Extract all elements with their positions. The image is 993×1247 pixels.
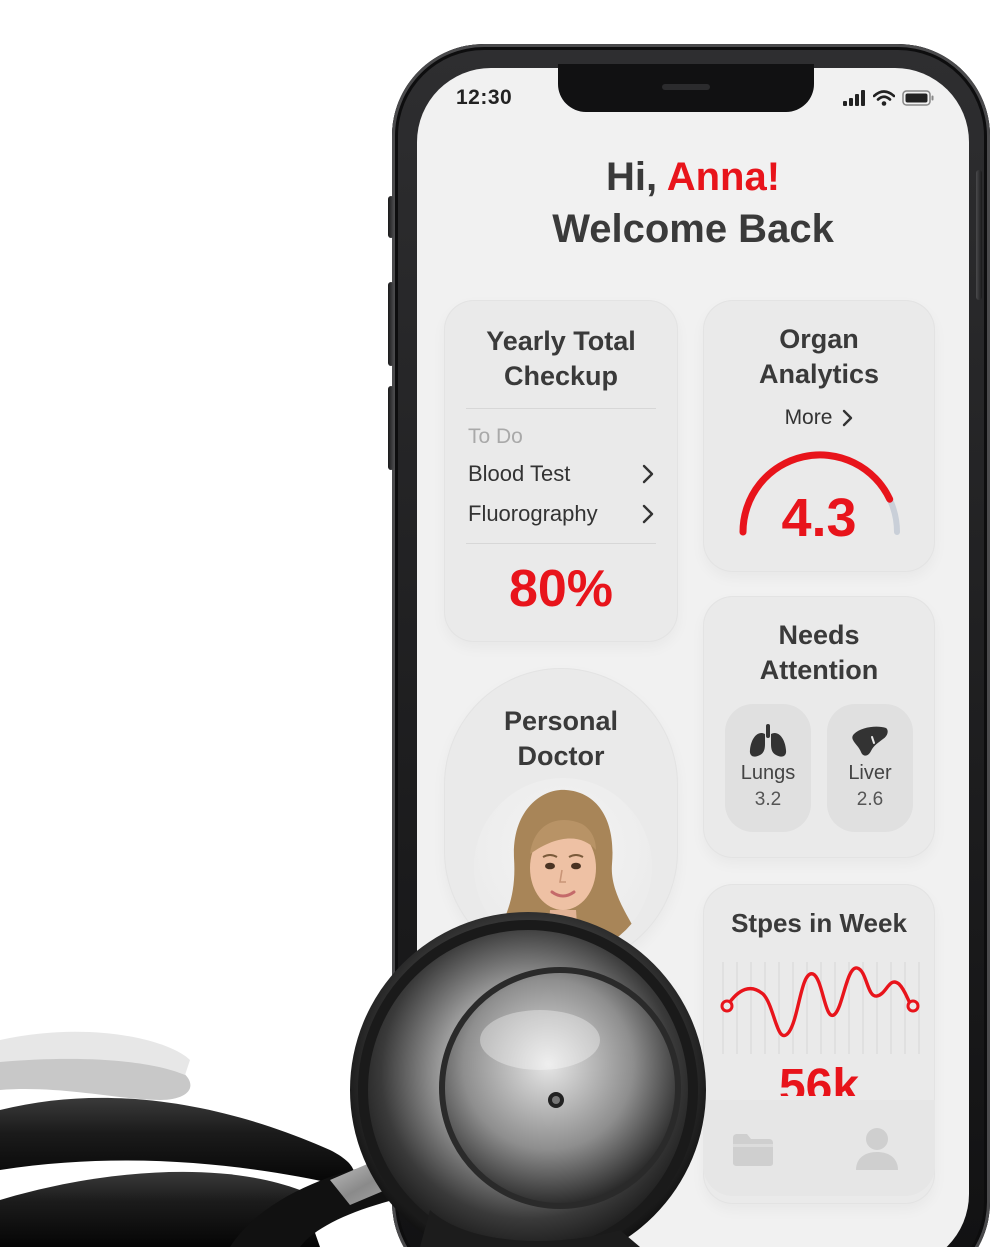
phone-notch <box>558 64 814 112</box>
greeting-line: Hi, Anna! <box>417 152 969 202</box>
user-name: Anna! <box>666 155 781 199</box>
organ-analytics-title: Organ Analytics <box>703 322 935 392</box>
chevron-right-icon <box>642 464 654 484</box>
phone-silent-switch <box>388 196 394 238</box>
personal-doctor-title-text: Personal Doctor <box>503 706 619 771</box>
chevron-right-icon <box>843 409 853 427</box>
more-link[interactable]: More <box>703 406 935 430</box>
steps-title: Stpes in Week <box>731 908 907 938</box>
welcome-text: Welcome Back <box>552 207 834 251</box>
bottom-tab-bar <box>703 1100 935 1196</box>
checkup-divider-bottom <box>466 543 656 544</box>
organ-name: Lungs <box>740 762 796 784</box>
checkup-divider-top <box>466 408 656 409</box>
todo-item-label: Fluorography <box>468 501 598 526</box>
folder-icon[interactable] <box>731 1132 775 1168</box>
personal-doctor-card[interactable]: Personal Doctor <box>444 668 678 968</box>
doctor-photo <box>494 789 634 956</box>
profile-icon[interactable] <box>853 1124 901 1172</box>
status-icons <box>842 90 934 106</box>
todo-label: To Do <box>468 425 523 448</box>
needs-attention-card[interactable]: Needs Attention Lungs 3.2 Liver 2.6 <box>703 596 935 858</box>
organ-name: Liver <box>848 762 892 784</box>
notch-speaker <box>662 84 710 90</box>
extra-card[interactable] <box>585 975 679 1085</box>
steps-line <box>725 966 915 1038</box>
greeting-hi: Hi, <box>605 155 667 199</box>
signal-icon <box>843 90 865 106</box>
checkup-progress: 80% <box>508 560 614 618</box>
checkup-title: Yearly Total Checkup <box>444 324 678 394</box>
chart-grid <box>722 962 920 1054</box>
chevron-right-icon <box>642 504 654 524</box>
steps-total: 56k <box>778 1062 860 1096</box>
organ-tile-liver[interactable]: Liver 2.6 <box>827 704 913 832</box>
organ-score: 4.3 <box>781 488 857 548</box>
todo-item-fluorography[interactable]: Fluorography <box>468 499 654 529</box>
steps-chart <box>720 962 920 1054</box>
status-time: 12:30 <box>456 86 513 109</box>
todo-item-blood-test[interactable]: Blood Test <box>468 459 654 489</box>
wifi-icon <box>873 90 895 106</box>
phone-volume-up <box>388 282 394 366</box>
steps-end-point <box>906 999 920 1013</box>
organ-analytics-card[interactable]: Organ Analytics More 4.3 <box>703 300 935 572</box>
organ-tile-lungs[interactable]: Lungs 3.2 <box>725 704 811 832</box>
liver-icon <box>852 726 888 756</box>
steps-start-point <box>720 999 734 1013</box>
doctor-avatar <box>474 778 652 956</box>
checkup-card[interactable]: Yearly Total Checkup To Do Blood Test Fl… <box>444 300 678 642</box>
more-label: More <box>784 406 833 429</box>
battery-icon <box>902 90 934 106</box>
greeting: Hi, Anna! Welcome Back <box>417 152 969 256</box>
phone-power-button <box>976 170 982 300</box>
organ-analytics-title-text: Organ Analytics <box>758 324 880 389</box>
checkup-title-text: Yearly Total Checkup <box>486 326 636 391</box>
personal-doctor-title: Personal Doctor <box>444 704 678 774</box>
organ-value: 3.2 <box>754 789 782 810</box>
lungs-icon <box>749 724 787 757</box>
organ-value: 2.6 <box>856 789 884 810</box>
needs-attention-title-text: Needs Attention <box>759 620 879 685</box>
todo-item-label: Blood Test <box>468 461 571 486</box>
needs-attention-title: Needs Attention <box>703 618 935 688</box>
phone-volume-down <box>388 386 394 470</box>
